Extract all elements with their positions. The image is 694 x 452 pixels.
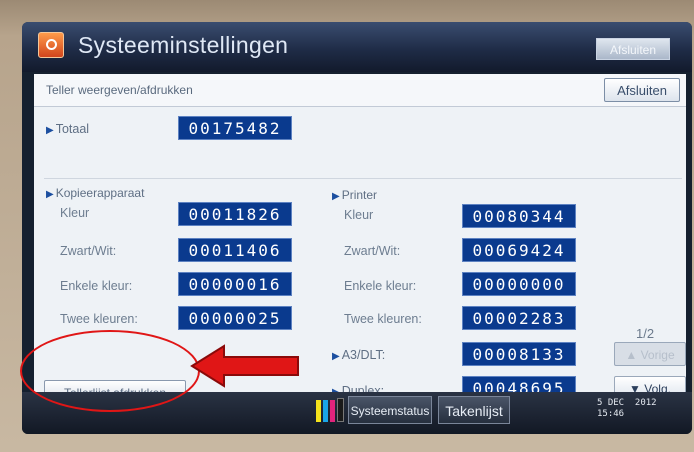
a3-label-text: A3/DLT:: [341, 348, 386, 362]
triangle-right-icon: ▶: [332, 351, 340, 362]
printer-single-color-label: Enkele kleur:: [344, 279, 417, 293]
close-button[interactable]: Afsluiten: [604, 78, 680, 102]
copier-two-color-label: Twee kleuren:: [60, 312, 138, 326]
date-time: 5 DEC 2012 15:46: [597, 398, 657, 420]
copier-color-counter: 00011826: [178, 202, 292, 226]
copier-single-color-counter: 00000016: [178, 272, 292, 296]
triangle-right-icon: ▶: [46, 189, 54, 200]
a3-label: ▶ A3/DLT:: [332, 348, 385, 362]
printer-bw-counter: 00069424: [462, 238, 576, 262]
printer-settings-icon: [38, 32, 64, 58]
divider: [44, 178, 682, 179]
triangle-right-icon: ▶: [46, 125, 54, 136]
copier-section-text: Kopieerapparaat: [55, 186, 145, 200]
printer-two-color-label: Twee kleuren:: [344, 312, 422, 326]
panel-title: Teller weergeven/afdrukken: [46, 83, 193, 97]
copier-bw-label: Zwart/Wit:: [60, 244, 117, 258]
date-text: 5 DEC 2012: [597, 398, 657, 408]
a3-counter: 00008133: [462, 342, 576, 366]
printer-two-color-counter: 00002283: [462, 306, 576, 330]
printer-single-color-counter: 00000000: [462, 272, 576, 296]
printer-section-label: ▶ Printer: [332, 188, 377, 202]
printer-color-label: Kleur: [344, 208, 374, 222]
total-counter: 00175482: [178, 116, 292, 140]
copier-bw-counter: 00011406: [178, 238, 292, 262]
copier-two-color-counter: 00000025: [178, 306, 292, 330]
panel-header: Teller weergeven/afdrukken Afsluiten: [34, 74, 686, 107]
system-status-button[interactable]: Systeemstatus: [348, 396, 432, 424]
toner-status-icon: [316, 396, 346, 422]
previous-page-button[interactable]: ▲ Vorige: [614, 342, 686, 366]
page-indicator: 1/2: [636, 326, 655, 341]
job-list-button[interactable]: Takenlijst: [438, 396, 510, 424]
copier-single-color-label: Enkele kleur:: [60, 279, 133, 293]
time-text: 15:46: [597, 409, 625, 419]
copier-color-label: Kleur: [60, 206, 90, 220]
red-arrow-icon: [190, 344, 299, 388]
total-label: ▶ Totaal: [46, 122, 89, 136]
triangle-right-icon: ▶: [332, 191, 340, 202]
window-title: Systeeminstellingen: [78, 32, 289, 58]
total-label-text: Totaal: [55, 122, 90, 136]
close-top-button[interactable]: Afsluiten: [596, 38, 670, 60]
printer-color-counter: 00080344: [462, 204, 576, 228]
printer-bw-label: Zwart/Wit:: [344, 244, 401, 258]
highlight-ellipse: [20, 330, 200, 412]
copier-section-label: ▶ Kopieerapparaat: [46, 186, 144, 200]
title-bar: Systeeminstellingen Afsluiten: [22, 22, 692, 72]
printer-section-text: Printer: [341, 188, 378, 202]
